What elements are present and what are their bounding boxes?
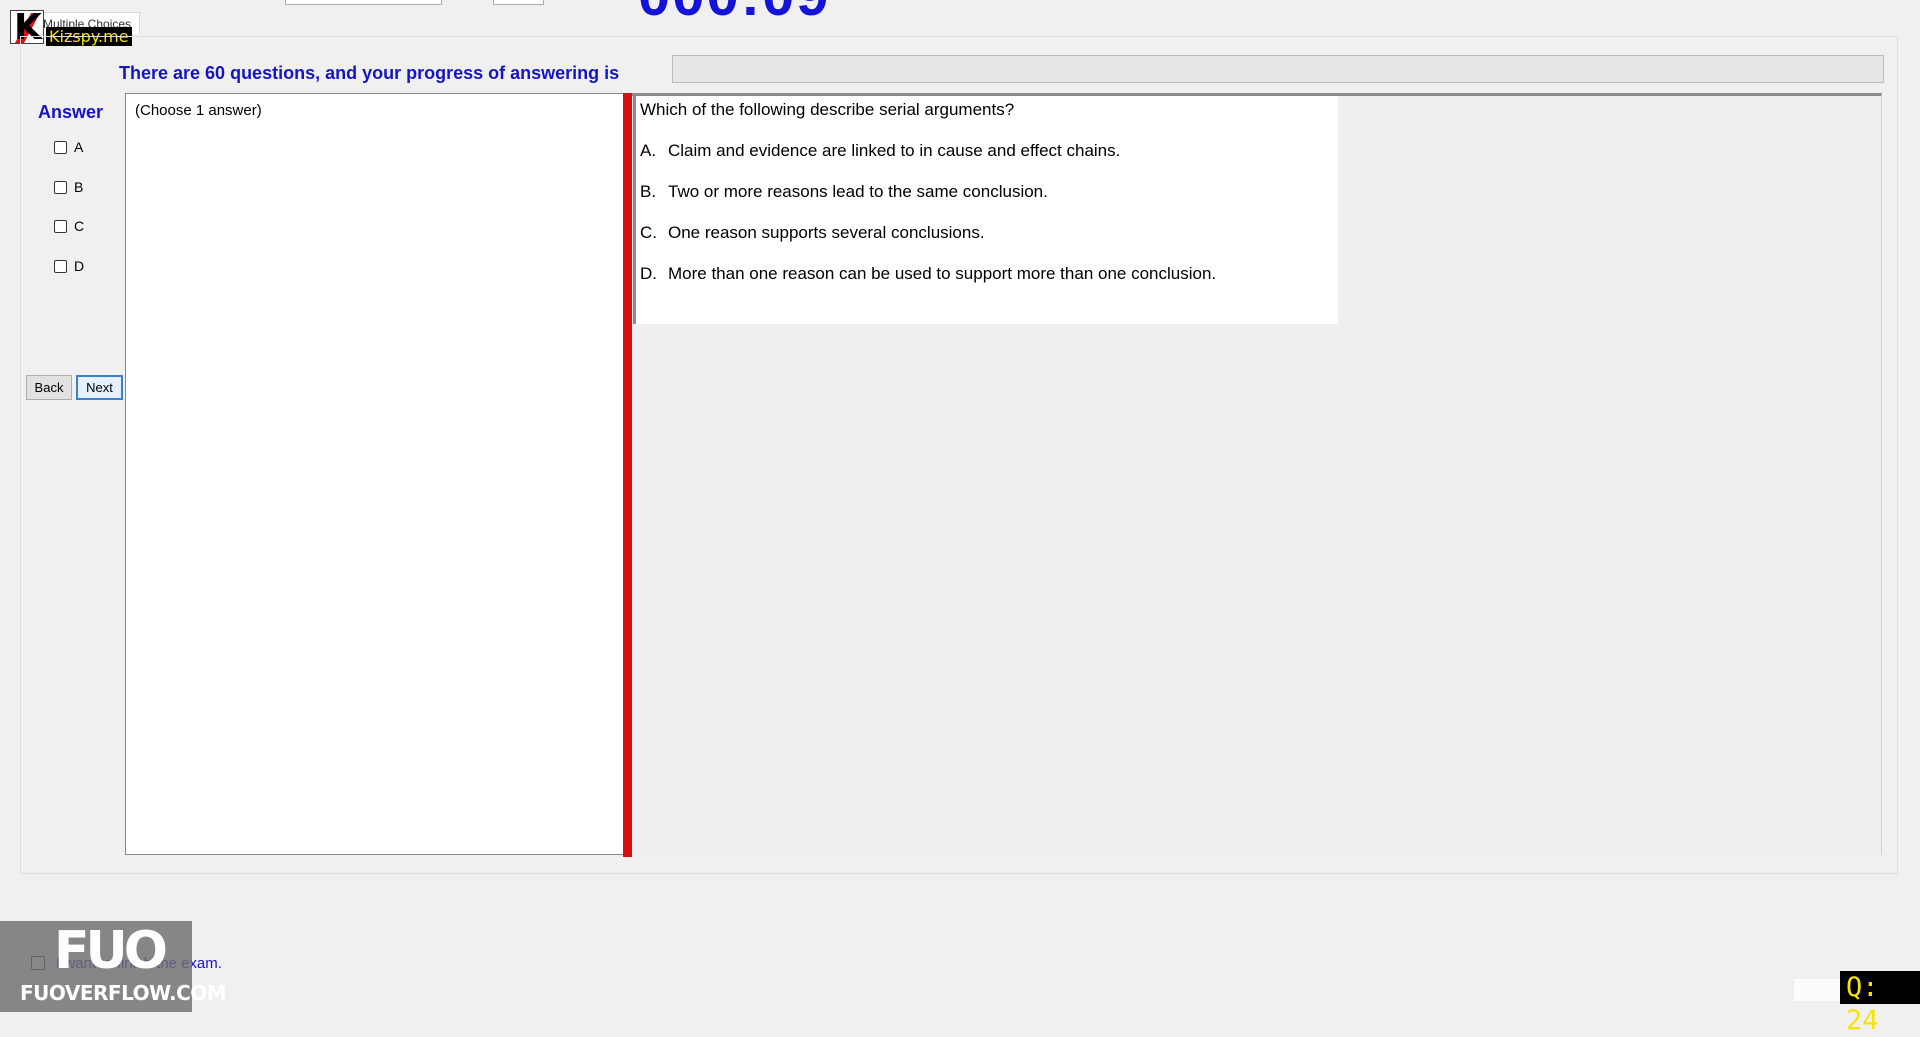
- next-button[interactable]: Next: [76, 375, 123, 400]
- answer-option-label: D: [74, 258, 85, 274]
- fuo-logo-icon: FUO: [54, 921, 168, 981]
- fuo-site-text: FUOVERFLOW.COM: [20, 981, 227, 1005]
- answer-option-label: B: [74, 179, 84, 195]
- question-option-letter: D.: [640, 264, 657, 283]
- question-option-letter: C.: [640, 223, 657, 242]
- answer-option-c[interactable]: C: [54, 216, 84, 236]
- answer-option-d[interactable]: D: [54, 256, 84, 276]
- question-option-letter: B.: [640, 182, 657, 201]
- answer-checkbox-a[interactable]: [54, 140, 67, 154]
- answer-option-label: C: [74, 218, 85, 234]
- progress-label: There are 60 questions, and your progres…: [119, 63, 620, 83]
- answer-option-b[interactable]: B: [54, 177, 83, 197]
- question-option-text: More than one reason can be used to supp…: [668, 264, 1217, 283]
- question-box: Which of the following describe serial a…: [633, 96, 1338, 324]
- question-text: Which of the following describe serial a…: [640, 100, 1015, 119]
- answer-heading: Answer: [38, 102, 104, 122]
- top-dropdown[interactable]: [285, 0, 442, 5]
- top-small-dropdown[interactable]: [493, 0, 544, 5]
- panel-splitter[interactable]: [623, 93, 632, 857]
- answer-checkbox-c[interactable]: [54, 219, 67, 233]
- fuoverflow-watermark: FUO FUOVERFLOW.COM: [0, 921, 227, 1012]
- question-option-b: B. Two or more reasons lead to the same …: [640, 182, 1048, 202]
- answer-instruction-panel: (Choose 1 answer): [125, 93, 625, 855]
- counter-backdrop: [1794, 979, 1842, 1001]
- answer-option-a[interactable]: A: [54, 137, 83, 157]
- question-option-a: A. Claim and evidence are linked to in c…: [640, 141, 1120, 161]
- question-option-letter: A.: [640, 141, 657, 160]
- answer-option-label: A: [74, 139, 84, 155]
- question-option-d: D. More than one reason can be used to s…: [640, 264, 1216, 284]
- answer-checkbox-b[interactable]: [54, 180, 67, 194]
- question-option-c: C. One reason supports several conclusio…: [640, 223, 985, 243]
- progress-bar: [672, 55, 1884, 83]
- answer-checkbox-d[interactable]: [54, 259, 67, 273]
- countdown-timer: 000:09: [638, 0, 831, 29]
- question-option-text: Claim and evidence are linked to in caus…: [668, 141, 1121, 160]
- back-button[interactable]: Back: [26, 375, 72, 400]
- question-option-text: One reason supports several conclusions.: [668, 223, 985, 242]
- question-option-text: Two or more reasons lead to the same con…: [668, 182, 1048, 201]
- question-counter: Q: 24: [1840, 971, 1920, 1036]
- choose-instruction: (Choose 1 answer): [135, 102, 262, 119]
